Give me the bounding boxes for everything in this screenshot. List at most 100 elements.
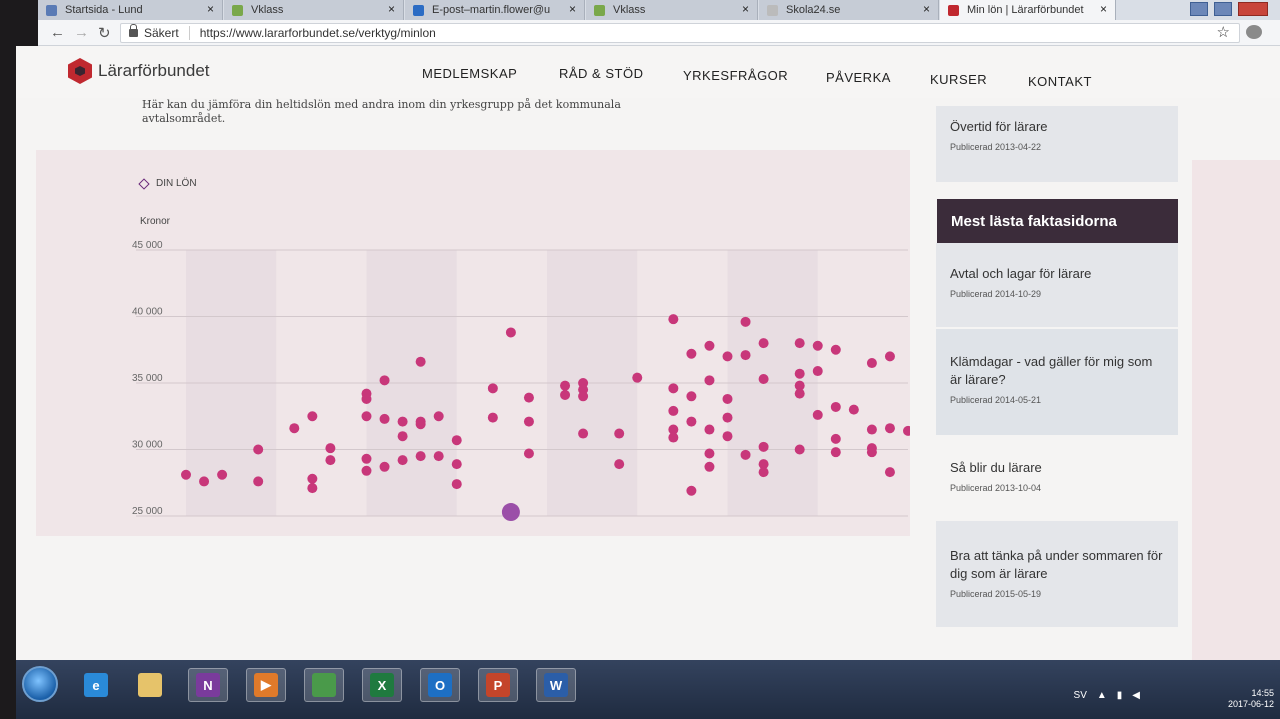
- sidebar-card-sommaren[interactable]: Bra att tänka på under sommaren för dig …: [936, 521, 1178, 627]
- tab-favicon-icon: [948, 4, 959, 16]
- salary-point: [668, 405, 679, 416]
- tab-vklass[interactable]: Vklass ×: [224, 0, 404, 20]
- sidebar-article-title[interactable]: Bra att tänka på under sommaren för dig …: [950, 547, 1164, 583]
- taskbar-powerpoint-button[interactable]: P: [478, 668, 518, 702]
- sidebar-card-sa-blir-du-larare[interactable]: Så blir du lärare Publicerad 2013-10-04: [936, 437, 1178, 519]
- salary-point: [830, 401, 841, 412]
- nav-rad-stod[interactable]: RÅD & STÖD: [559, 66, 643, 81]
- salary-point: [289, 423, 300, 434]
- network-icon[interactable]: ▮: [1117, 690, 1123, 701]
- salary-point: [325, 443, 336, 454]
- taskbar-explorer-button[interactable]: [130, 668, 170, 702]
- window-controls: [1190, 2, 1268, 16]
- sidebar-card-avtal[interactable]: Avtal och lagar för lärare Publicerad 20…: [936, 243, 1178, 327]
- taskbar-media-player-button[interactable]: ▶: [246, 668, 286, 702]
- taskbar-chrome-button[interactable]: [304, 668, 344, 702]
- tab-startsida[interactable]: Startsida - Lund ×: [38, 0, 223, 20]
- taskbar-clock[interactable]: 14:55 2017-06-12: [1228, 688, 1274, 710]
- taskbar-onenote-button[interactable]: N: [188, 668, 228, 702]
- forward-button[interactable]: →: [74, 24, 89, 41]
- most-read-heading: Mest lästa faktasidorna: [937, 199, 1178, 243]
- nav-paverka[interactable]: PÅVERKA: [826, 70, 891, 85]
- taskbar-outlook-button[interactable]: O: [420, 668, 460, 702]
- tab-close-icon[interactable]: ×: [742, 2, 749, 16]
- salary-point: [578, 428, 589, 439]
- nav-yrkesfragor[interactable]: YRKESFRÅGOR: [683, 68, 788, 83]
- salary-point: [523, 448, 534, 459]
- salary-point: [415, 356, 426, 367]
- taskbar-word-button[interactable]: W: [536, 668, 576, 702]
- salary-point: [397, 416, 408, 427]
- salary-point: [632, 372, 643, 383]
- salary-point: [812, 340, 823, 351]
- sidebar-card-overtid[interactable]: Övertid för lärare Publicerad 2013-04-22: [936, 106, 1178, 182]
- salary-point: [704, 375, 715, 386]
- salary-point: [614, 459, 625, 470]
- excel-icon: X: [370, 673, 394, 697]
- tab-close-icon[interactable]: ×: [923, 2, 930, 16]
- tab-title: Skola24.se: [786, 4, 841, 16]
- back-button[interactable]: ←: [50, 24, 65, 41]
- salary-point: [903, 425, 910, 436]
- salary-point: [722, 351, 733, 362]
- maximize-button[interactable]: [1214, 2, 1232, 16]
- tab-close-icon[interactable]: ×: [569, 2, 576, 16]
- volume-icon[interactable]: ◀: [1132, 690, 1140, 701]
- start-button[interactable]: [22, 666, 58, 702]
- intro-text: Här kan du jämföra din heltidslön med an…: [142, 98, 621, 125]
- nav-medlemskap[interactable]: MEDLEMSKAP: [422, 66, 517, 81]
- tab-title: Min lön | Lärarförbundet: [967, 4, 1084, 16]
- tab-vklass-2[interactable]: Vklass ×: [586, 0, 758, 20]
- salary-point: [181, 469, 191, 480]
- onenote-icon: N: [196, 673, 220, 697]
- salary-point: [668, 314, 679, 325]
- tab-min-lon[interactable]: Min lön | Lärarförbundet ×: [940, 0, 1116, 20]
- tab-close-icon[interactable]: ×: [207, 2, 214, 16]
- word-icon: W: [544, 673, 568, 697]
- tab-close-icon[interactable]: ×: [388, 2, 395, 16]
- salary-point: [433, 411, 444, 422]
- sidebar-article-date: Publicerad 2013-04-22: [950, 142, 1042, 152]
- reload-button[interactable]: ↻: [98, 24, 111, 42]
- salary-point: [686, 348, 697, 359]
- sidebar-article-title[interactable]: Klämdagar - vad gäller för mig som är lä…: [950, 353, 1164, 389]
- salary-point: [722, 393, 733, 404]
- salary-point: [614, 428, 625, 439]
- taskbar-excel-button[interactable]: X: [362, 668, 402, 702]
- language-indicator[interactable]: SV: [1074, 690, 1087, 701]
- salary-point: [704, 340, 715, 351]
- salary-point: [560, 389, 571, 400]
- site-logo[interactable]: Lärarförbundet: [68, 58, 210, 84]
- logo-hexagon-icon: [68, 58, 92, 84]
- nav-kontakt[interactable]: KONTAKT: [1028, 74, 1092, 89]
- salary-point: [451, 435, 462, 446]
- explorer-icon: [138, 673, 162, 697]
- tray-arrow-icon[interactable]: ▲: [1097, 690, 1107, 701]
- salary-point: [307, 473, 318, 484]
- salary-point: [794, 368, 805, 379]
- close-window-button[interactable]: [1238, 2, 1268, 16]
- salary-point: [361, 453, 372, 464]
- logo-text: Lärarförbundet: [98, 61, 210, 80]
- tab-favicon-icon: [767, 4, 778, 16]
- y-axis-label: Kronor: [140, 216, 171, 227]
- minimize-button[interactable]: [1190, 2, 1208, 16]
- y-tick-label: 35 000: [132, 373, 163, 384]
- address-bar[interactable]: Säkert https://www.lararforbundet.se/ver…: [120, 23, 1240, 43]
- url-text[interactable]: https://www.lararforbundet.se/verktyg/mi…: [200, 26, 436, 40]
- tab-epost[interactable]: E-post–martin.flower@u ×: [405, 0, 585, 20]
- extension-icon[interactable]: [1246, 25, 1262, 39]
- tab-skola24[interactable]: Skola24.se ×: [759, 0, 939, 20]
- salary-point: [415, 451, 426, 462]
- sidebar-article-title[interactable]: Övertid för lärare: [950, 118, 1164, 136]
- salary-point: [704, 461, 715, 472]
- salary-point: [884, 351, 895, 362]
- sidebar-article-title[interactable]: Så blir du lärare: [950, 459, 1164, 477]
- nav-kurser[interactable]: KURSER: [930, 72, 987, 87]
- salary-point: [740, 449, 751, 460]
- sidebar-card-klamdagar[interactable]: Klämdagar - vad gäller för mig som är lä…: [936, 329, 1178, 435]
- tab-close-icon[interactable]: ×: [1100, 2, 1107, 16]
- taskbar-ie-button[interactable]: e: [76, 668, 116, 702]
- sidebar-article-title[interactable]: Avtal och lagar för lärare: [950, 265, 1164, 283]
- bookmark-star-icon[interactable]: ☆: [1217, 23, 1230, 41]
